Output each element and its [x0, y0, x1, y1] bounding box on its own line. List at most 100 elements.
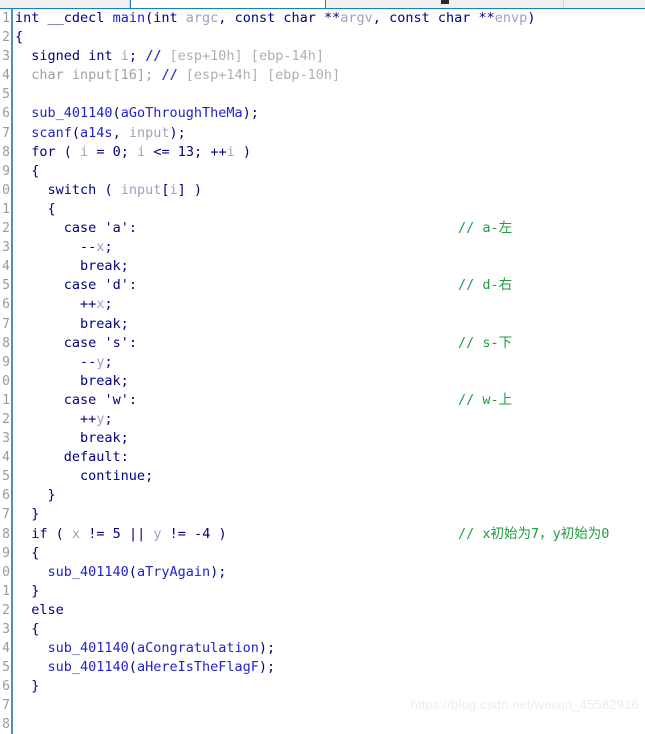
- line-number: 2: [2, 221, 10, 237]
- code-line[interactable]: --y;: [15, 353, 645, 372]
- tab-strip: [0, 0, 645, 9]
- code-line[interactable]: case 'a': // a-左: [15, 219, 645, 238]
- line-number: 5: [2, 278, 10, 294]
- line-number: 8: [2, 526, 10, 542]
- code-line[interactable]: [15, 85, 645, 104]
- code-line-text: sub_401140(aGoThroughTheMa);: [31, 105, 259, 122]
- line-number: 5: [2, 87, 10, 103]
- code-line[interactable]: signed int i; // [esp+10h] [ebp-14h]: [15, 47, 645, 66]
- code-line[interactable]: sub_401140(aCongratulation);: [15, 639, 645, 658]
- code-line-text: int __cdecl main(int argc, const char **…: [15, 10, 536, 26]
- code-line-text: if ( x != 5 || y != -4 ): [31, 525, 227, 542]
- code-line[interactable]: for ( i = 0; i <= 13; ++i ): [15, 143, 645, 162]
- code-area[interactable]: int __cdecl main(int argc, const char **…: [15, 9, 645, 734]
- code-line-text: case 's':: [63, 334, 137, 351]
- code-line[interactable]: ++x;: [15, 295, 645, 314]
- csdn-watermark: https://blog.csdn.net/weixin_45582916: [410, 697, 639, 712]
- line-number: 5: [2, 469, 10, 485]
- line-number: 3: [2, 431, 10, 447]
- code-line-text: else: [31, 601, 64, 618]
- code-line[interactable]: scanf(a14s, input);: [15, 124, 645, 143]
- code-line-text: sub_401140(aCongratulation);: [47, 640, 276, 657]
- code-line-text: }: [47, 487, 56, 504]
- tab-0[interactable]: [0, 0, 130, 8]
- code-line-text: sub_401140(aHereIsTheFlagF);: [47, 659, 276, 676]
- line-number: 6: [2, 297, 10, 313]
- line-number: 4: [2, 641, 10, 657]
- inline-comment: // s-下: [458, 334, 513, 351]
- code-line[interactable]: {: [15, 620, 645, 639]
- code-line[interactable]: }: [15, 505, 645, 524]
- tab-1-active[interactable]: [130, 0, 326, 8]
- code-line[interactable]: break;: [15, 429, 645, 448]
- inline-comment: // d-右: [458, 277, 513, 294]
- code-line-text: --x;: [80, 239, 113, 256]
- line-number: 3: [2, 240, 10, 256]
- code-line-text: break;: [80, 430, 129, 447]
- code-line[interactable]: sub_401140(aTryAgain);: [15, 563, 645, 582]
- code-line[interactable]: sub_401140(aGoThroughTheMa);: [15, 104, 645, 123]
- inline-comment: // x初始为7，y初始为0: [458, 525, 610, 542]
- code-line-text: for ( i = 0; i <= 13; ++i ): [31, 143, 252, 160]
- pseudocode-editor[interactable]: 1 2 3 4 5 6 7 8 9 0 1 2 3 4 5 6 7 8 9 0 1 2 3 4 5 6 7 8 9 0 1 2 3 4 5 6 7 8 i…: [0, 9, 645, 734]
- code-line[interactable]: int __cdecl main(int argc, const char **…: [15, 9, 645, 28]
- code-line[interactable]: ++y;: [15, 410, 645, 429]
- line-number-gutter: 1 2 3 4 5 6 7 8 9 0 1 2 3 4 5 6 7 8 9 0 1 2 3 4 5 6 7 8 9 0 1 2 3 4 5 6 7 8: [0, 9, 13, 734]
- line-number: 0: [2, 373, 10, 389]
- line-number: 1: [2, 392, 10, 408]
- code-line-text: {: [31, 544, 40, 561]
- code-line[interactable]: }: [15, 582, 645, 601]
- code-line[interactable]: {: [15, 200, 645, 219]
- line-number: 6: [2, 679, 10, 695]
- code-line[interactable]: if ( x != 5 || y != -4 ) // x初始为7，y初始为0: [15, 525, 645, 544]
- line-number: 8: [2, 144, 10, 160]
- line-number: 2: [2, 30, 10, 46]
- line-number: 3: [2, 49, 10, 65]
- code-line-text: sub_401140(aTryAgain);: [47, 563, 227, 580]
- code-line[interactable]: sub_401140(aHereIsTheFlagF);: [15, 658, 645, 677]
- code-line-text: case 'd':: [63, 277, 137, 294]
- code-line-text: {: [31, 162, 40, 179]
- code-line[interactable]: --x;: [15, 238, 645, 257]
- code-line-text: case 'w':: [63, 391, 137, 408]
- line-number: 8: [2, 335, 10, 351]
- line-number: 7: [2, 698, 10, 714]
- code-line[interactable]: char input[16]; // [esp+14h] [ebp-10h]: [15, 66, 645, 85]
- code-line[interactable]: break;: [15, 315, 645, 334]
- tab-3[interactable]: [564, 0, 645, 8]
- code-line[interactable]: {: [15, 28, 645, 47]
- code-line[interactable]: default:: [15, 448, 645, 467]
- code-line-text: break;: [80, 258, 129, 275]
- code-line[interactable]: switch ( input[i] ): [15, 181, 645, 200]
- line-number: 6: [2, 488, 10, 504]
- line-number: 7: [2, 507, 10, 523]
- inline-comment: // a-左: [458, 220, 513, 237]
- code-line[interactable]: else: [15, 601, 645, 620]
- code-line[interactable]: }: [15, 677, 645, 696]
- line-number: 0: [2, 564, 10, 580]
- tab-2[interactable]: [326, 0, 564, 8]
- code-line[interactable]: case 'd': // d-右: [15, 276, 645, 295]
- line-number: 9: [2, 163, 10, 179]
- code-line-text: {: [31, 621, 40, 637]
- line-number: 8: [2, 717, 10, 733]
- code-line[interactable]: case 'w': // w-上: [15, 391, 645, 410]
- code-line[interactable]: case 's': // s-下: [15, 334, 645, 353]
- code-line-text: break;: [80, 315, 129, 332]
- code-line[interactable]: break;: [15, 372, 645, 391]
- tab-marker-icon: [440, 0, 449, 4]
- code-line[interactable]: {: [15, 162, 645, 181]
- code-line[interactable]: }: [15, 486, 645, 505]
- line-number: 3: [2, 622, 10, 637]
- code-line[interactable]: continue;: [15, 467, 645, 486]
- code-line[interactable]: break;: [15, 257, 645, 276]
- code-line-text: }: [31, 678, 40, 695]
- code-line-text: default:: [63, 449, 129, 466]
- code-line-text: case 'a':: [63, 220, 137, 237]
- code-line-text: signed int i; // [esp+10h] [ebp-14h]: [31, 48, 324, 65]
- code-line-text: {: [15, 29, 24, 46]
- code-line-text: ++y;: [80, 410, 113, 427]
- code-line[interactable]: {: [15, 544, 645, 563]
- code-line-text: switch ( input[i] ): [47, 181, 203, 198]
- code-line-text: --y;: [80, 353, 113, 370]
